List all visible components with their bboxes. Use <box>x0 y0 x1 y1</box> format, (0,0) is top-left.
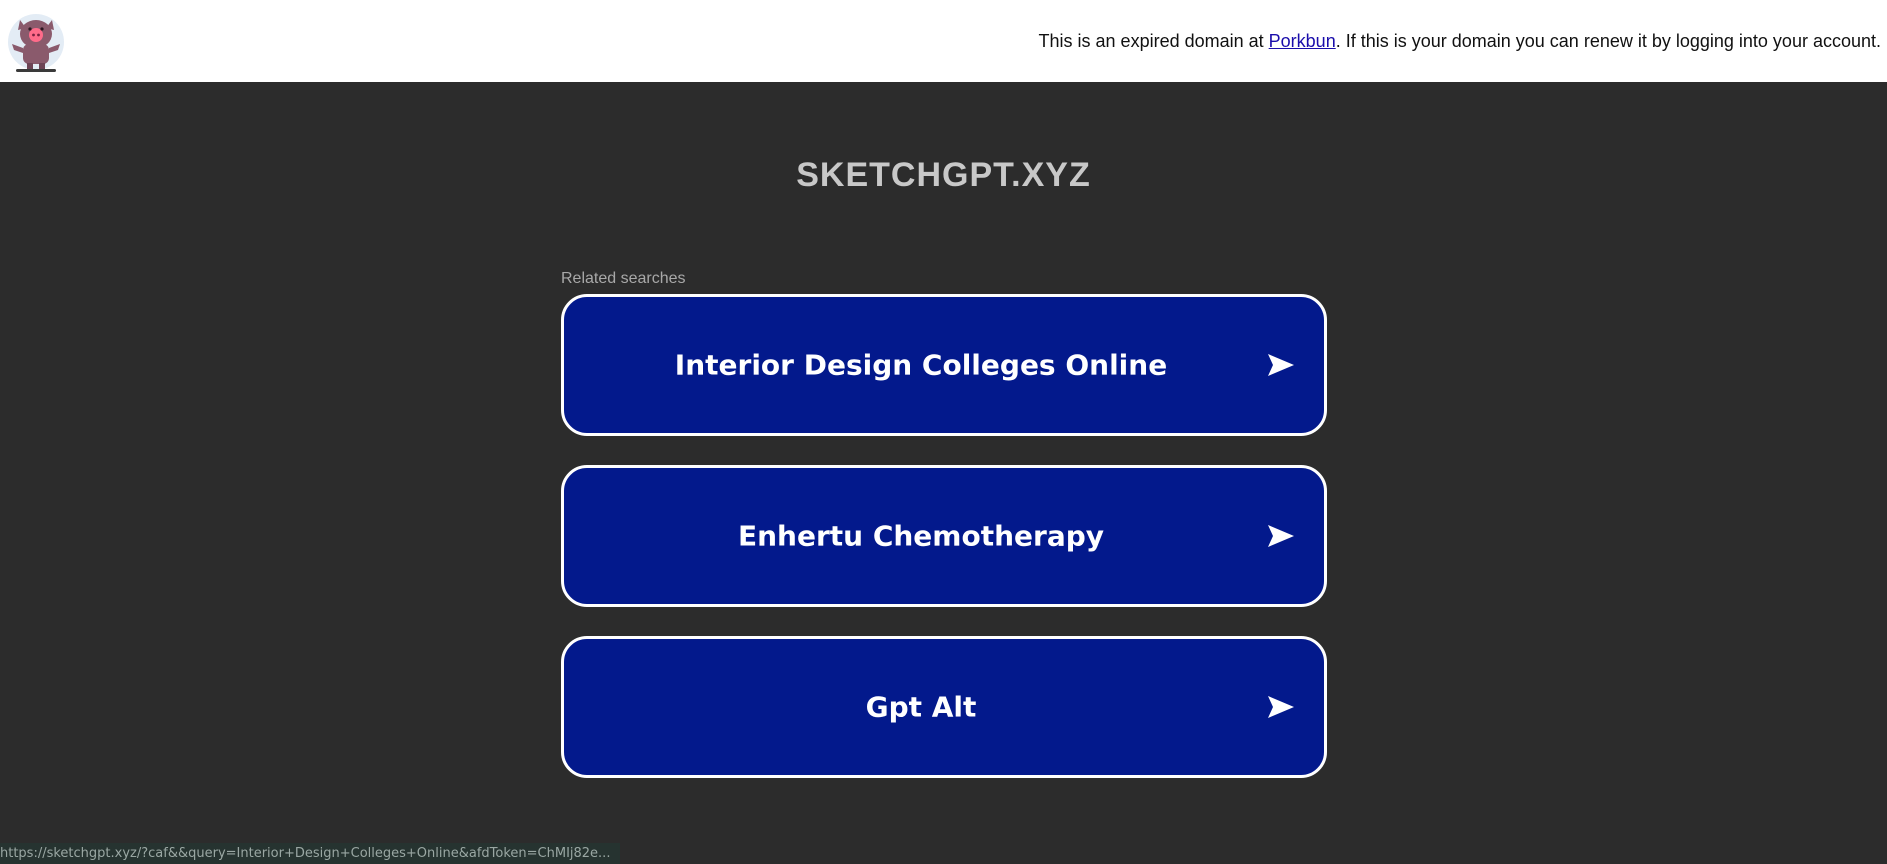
arrow-right-icon <box>1268 354 1294 376</box>
notice-text-after: . If this is your domain you can renew i… <box>1335 31 1881 51</box>
related-search-label: Interior Design Colleges Online <box>674 348 1168 382</box>
pig-mascot-icon[interactable] <box>6 10 66 74</box>
related-search-label: Enhertu Chemotherapy <box>737 519 1105 553</box>
arrow-right-icon <box>1268 525 1294 547</box>
related-searches-label: Related searches <box>561 270 686 287</box>
porkbun-link[interactable]: Porkbun <box>1269 31 1336 51</box>
related-search-label: Gpt Alt <box>865 690 977 724</box>
related-search-button[interactable]: Gpt Alt <box>561 636 1327 778</box>
arrow-right-icon <box>1268 696 1294 718</box>
site-title: SKETCHGPT.XYZ <box>796 156 1091 194</box>
related-search-button[interactable]: Enhertu Chemotherapy <box>561 465 1327 607</box>
related-search-button[interactable]: Interior Design Colleges Online <box>561 294 1327 436</box>
expired-domain-notice: This is an expired domain at Porkbun. If… <box>1039 31 1881 52</box>
top-bar: This is an expired domain at Porkbun. If… <box>0 0 1887 82</box>
notice-text-before: This is an expired domain at <box>1038 31 1269 51</box>
status-bar-url: https://sketchgpt.xyz/?caf&&query=Interi… <box>0 843 621 864</box>
